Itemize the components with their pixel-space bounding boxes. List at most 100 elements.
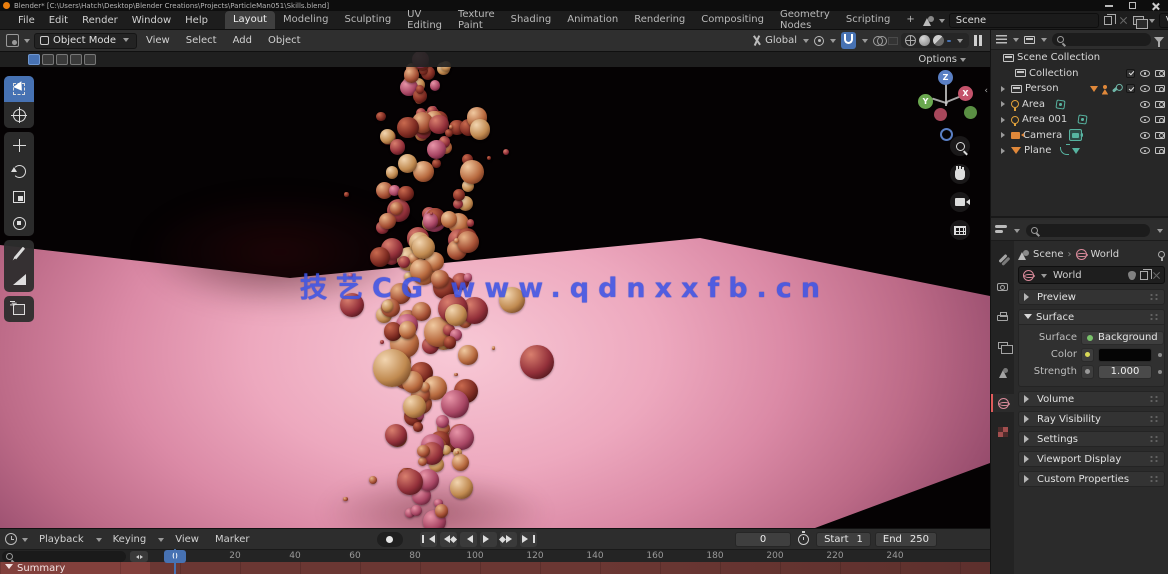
expand-arrow[interactable] bbox=[1001, 85, 1008, 92]
hide-eye-icon[interactable] bbox=[1140, 147, 1150, 155]
timeline-ruler[interactable]: 0 20 40 60 80 100 120 140 160 180 200 22… bbox=[0, 549, 990, 563]
tool-measure[interactable] bbox=[4, 266, 34, 292]
animate-dot[interactable] bbox=[1158, 352, 1162, 357]
transform-orientation-icon[interactable] bbox=[751, 35, 762, 46]
view-layer-name-field[interactable]: ViewLayer bbox=[1158, 12, 1168, 28]
tab-view-layer[interactable] bbox=[991, 336, 1014, 354]
outliner-row-plane[interactable]: Plane bbox=[991, 143, 1168, 159]
color-input-node-button[interactable] bbox=[1081, 347, 1094, 362]
new-datablock-icon[interactable] bbox=[1140, 268, 1152, 280]
panel-surface[interactable]: Surface bbox=[1018, 309, 1165, 325]
camera-view-icon[interactable] bbox=[950, 192, 970, 212]
breadcrumb-scene[interactable]: Scene bbox=[1033, 249, 1064, 260]
gizmo-axis-y[interactable]: Y bbox=[918, 94, 933, 109]
minimize-button[interactable] bbox=[1105, 4, 1113, 7]
select-mode-intersect[interactable] bbox=[84, 54, 96, 65]
select-mode-subtract[interactable] bbox=[56, 54, 68, 65]
editor-type-icon[interactable] bbox=[6, 34, 19, 47]
panel-viewport-display[interactable]: Viewport Display bbox=[1018, 451, 1165, 467]
world-name[interactable]: World bbox=[1053, 270, 1124, 281]
menu-edit[interactable]: Edit bbox=[42, 13, 75, 28]
outliner-search-input[interactable] bbox=[1052, 33, 1151, 46]
shading-material-icon[interactable] bbox=[933, 35, 944, 46]
pause-icon[interactable] bbox=[972, 35, 984, 46]
auto-keyframe-icon[interactable] bbox=[798, 531, 810, 545]
render-visibility-icon[interactable] bbox=[1155, 85, 1165, 93]
menu-marker[interactable]: Marker bbox=[208, 532, 257, 547]
tool-annotate[interactable] bbox=[4, 240, 34, 266]
snap-magnet-icon[interactable] bbox=[841, 32, 856, 49]
render-visibility-icon[interactable] bbox=[1155, 131, 1165, 139]
3d-viewport[interactable]: 技艺CG www.qdnxxfb.cn Options Z X Y ‹ bbox=[0, 52, 990, 528]
outliner-editor-icon[interactable] bbox=[996, 35, 1007, 44]
properties-editor-icon[interactable] bbox=[995, 225, 1007, 235]
color-swatch[interactable] bbox=[1098, 347, 1152, 362]
timeline-search-input[interactable] bbox=[2, 551, 126, 562]
tab-output[interactable] bbox=[991, 307, 1014, 325]
expand-arrow[interactable] bbox=[1001, 147, 1008, 154]
prev-keyframe-button[interactable] bbox=[439, 531, 458, 547]
end-frame-field[interactable]: End 250 bbox=[874, 531, 937, 547]
view-layer-browse-chevron[interactable] bbox=[1148, 18, 1155, 26]
tab-scene[interactable] bbox=[991, 365, 1014, 383]
panel-volume[interactable]: Volume bbox=[1018, 391, 1165, 407]
shading-wireframe-icon[interactable] bbox=[905, 35, 916, 46]
menu-view[interactable]: View bbox=[139, 33, 177, 48]
hide-eye-icon[interactable] bbox=[1140, 69, 1150, 77]
xray-toggle-icon[interactable] bbox=[888, 36, 898, 45]
menu-object[interactable]: Object bbox=[261, 33, 308, 48]
outliner-row-collection[interactable]: Collection bbox=[991, 66, 1168, 82]
play-button[interactable] bbox=[479, 531, 497, 547]
tool-move[interactable] bbox=[4, 132, 34, 158]
properties-search-input[interactable] bbox=[1026, 223, 1150, 237]
strength-slider[interactable]: 1.000 bbox=[1098, 364, 1152, 379]
panel-ray-visibility[interactable]: Ray Visibility bbox=[1018, 411, 1165, 427]
exclude-checkbox[interactable] bbox=[1126, 68, 1135, 78]
shading-solid-icon[interactable] bbox=[919, 35, 930, 46]
menu-help[interactable]: Help bbox=[178, 13, 215, 28]
render-visibility-icon[interactable] bbox=[1155, 147, 1165, 155]
hide-eye-icon[interactable] bbox=[1140, 85, 1150, 93]
select-mode-invert[interactable] bbox=[70, 54, 82, 65]
gizmo-axis-minus-x[interactable] bbox=[934, 108, 947, 121]
expand-arrows-button[interactable] bbox=[130, 551, 148, 562]
mode-dropdown[interactable]: Object Mode bbox=[34, 32, 137, 49]
outliner-display-mode-icon[interactable] bbox=[1024, 35, 1035, 44]
workspace-tab-scripting[interactable]: Scripting bbox=[838, 11, 898, 29]
menu-select[interactable]: Select bbox=[179, 33, 224, 48]
tab-tool[interactable] bbox=[991, 249, 1014, 267]
animate-dot[interactable] bbox=[1158, 369, 1162, 374]
breadcrumb-world[interactable]: World bbox=[1091, 249, 1120, 260]
menu-file[interactable]: File bbox=[11, 13, 42, 28]
view-layer-icon[interactable] bbox=[1132, 15, 1148, 29]
menu-render[interactable]: Render bbox=[75, 13, 125, 28]
orthographic-grid-icon[interactable] bbox=[950, 220, 970, 240]
outliner-row-camera[interactable]: Camera bbox=[991, 128, 1168, 144]
pan-hand-icon[interactable] bbox=[950, 164, 970, 184]
menu-view-timeline[interactable]: View bbox=[168, 532, 206, 547]
render-visibility-icon[interactable] bbox=[1155, 100, 1165, 108]
playhead-line[interactable] bbox=[174, 562, 176, 574]
select-mode-new[interactable] bbox=[28, 54, 40, 65]
expand-arrow[interactable] bbox=[1001, 116, 1008, 123]
add-workspace-button[interactable]: + bbox=[898, 11, 922, 29]
hide-eye-icon[interactable] bbox=[1140, 116, 1150, 124]
tool-transform[interactable] bbox=[4, 210, 34, 236]
proportional-edit-icon[interactable] bbox=[873, 36, 887, 46]
workspace-tab-sculpting[interactable]: Sculpting bbox=[336, 11, 399, 29]
workspace-tab-layout[interactable]: Layout bbox=[224, 11, 275, 29]
tool-scale[interactable] bbox=[4, 184, 34, 210]
shading-rendered-active[interactable] bbox=[947, 39, 951, 42]
expand-arrow[interactable] bbox=[1001, 101, 1008, 108]
fake-user-shield-icon[interactable] bbox=[1128, 270, 1136, 280]
render-visibility-icon[interactable] bbox=[1155, 69, 1165, 77]
gizmo-axis-minus-y[interactable] bbox=[964, 106, 977, 119]
jump-to-end-button[interactable] bbox=[519, 531, 537, 547]
start-frame-field[interactable]: Start 1 bbox=[816, 531, 871, 547]
shading-options-chevron[interactable] bbox=[957, 39, 963, 46]
options-dropdown[interactable]: Options bbox=[918, 54, 968, 65]
pin-icon[interactable] bbox=[1158, 250, 1165, 261]
tool-rotate[interactable] bbox=[4, 158, 34, 184]
surface-shader-button[interactable]: Background bbox=[1081, 330, 1164, 345]
scene-name-field[interactable]: Scene bbox=[948, 12, 1099, 28]
